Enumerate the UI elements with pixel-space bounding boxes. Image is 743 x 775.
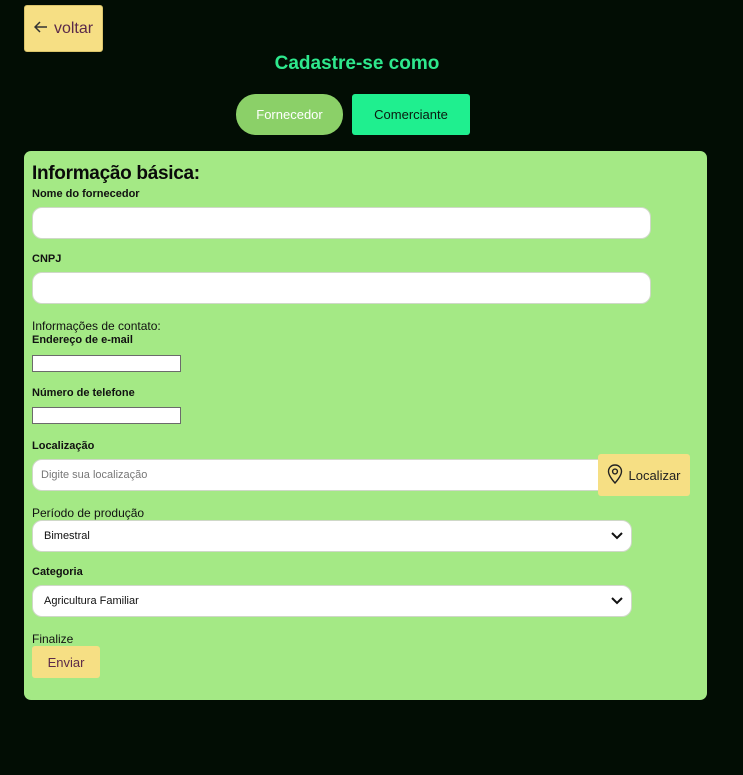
- tab-comerciante[interactable]: Comerciante: [352, 94, 470, 135]
- phone-label: Número de telefone: [32, 387, 135, 399]
- contact-section-label: Informações de contato:: [32, 319, 161, 333]
- category-label: Categoria: [32, 566, 83, 578]
- cnpj-input[interactable]: [32, 272, 651, 304]
- tab-fornecedor[interactable]: Fornecedor: [236, 94, 343, 135]
- email-label: Endereço de e-mail: [32, 334, 133, 346]
- page-title: Cadastre-se como: [274, 53, 440, 74]
- cnpj-label: CNPJ: [32, 253, 62, 265]
- location-placeholder: Digite sua localização: [41, 469, 148, 481]
- back-label: voltar: [53, 19, 94, 37]
- form-heading: Informação básica:: [32, 163, 200, 184]
- registration-form: Informação básica: Nome do fornecedor CN…: [24, 151, 707, 700]
- map-pin-icon: [607, 463, 623, 487]
- category-value: Agricultura Familiar: [44, 595, 139, 607]
- role-tabs: Fornecedor Comerciante: [236, 94, 470, 135]
- finalize-label: Finalize: [32, 632, 74, 646]
- phone-input[interactable]: [32, 407, 181, 424]
- category-select[interactable]: Agricultura Familiar: [32, 585, 632, 617]
- submit-button[interactable]: Enviar: [32, 646, 100, 678]
- production-period-select[interactable]: Bimestral: [32, 520, 632, 552]
- production-period-value: Bimestral: [44, 530, 90, 542]
- arrow-left-icon: [33, 20, 48, 38]
- back-button[interactable]: voltar: [24, 5, 103, 52]
- email-input[interactable]: [32, 355, 181, 372]
- location-input[interactable]: Digite sua localização: [32, 459, 601, 491]
- location-label: Localização: [32, 440, 95, 452]
- chevron-down-icon: [611, 529, 623, 543]
- supplier-name-input[interactable]: [32, 207, 651, 239]
- chevron-down-icon: [611, 594, 623, 608]
- locate-button-label: Localizar: [628, 467, 681, 483]
- production-period-label: Período de produção: [32, 506, 145, 520]
- locate-button[interactable]: Localizar: [598, 454, 690, 496]
- supplier-name-label: Nome do fornecedor: [32, 188, 140, 200]
